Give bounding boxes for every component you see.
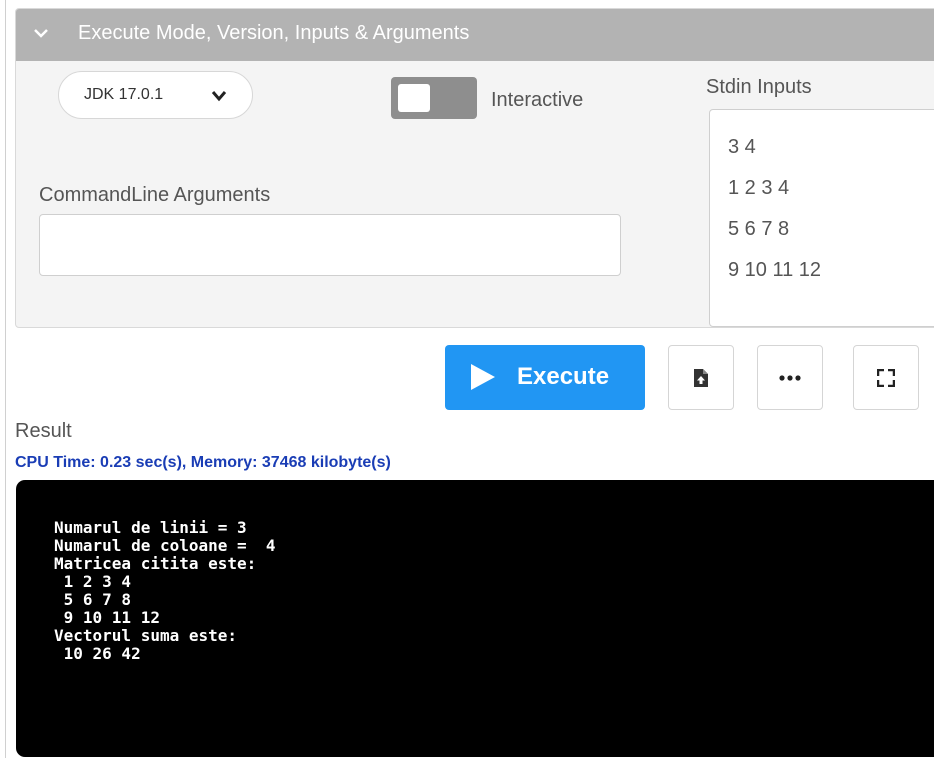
output-line: Matricea citita este:: [54, 554, 257, 573]
output-line: 5 6 7 8: [54, 590, 132, 609]
left-border: [5, 0, 6, 758]
play-icon: [471, 364, 495, 390]
panel-header[interactable]: Execute Mode, Version, Inputs & Argument…: [16, 9, 934, 61]
stdin-line: 5 6 7 8: [728, 218, 790, 240]
output-line: 10 26 42: [54, 644, 141, 663]
fullscreen-icon: [877, 368, 895, 387]
execute-button[interactable]: Execute: [445, 345, 645, 410]
output-line: Numarul de linii = 3: [54, 518, 247, 537]
stdin-line: 3 4: [728, 136, 756, 158]
more-icon: [779, 374, 801, 381]
execute-options-panel: Execute Mode, Version, Inputs & Argument…: [15, 8, 934, 328]
output-line: 9 10 11 12: [54, 608, 160, 627]
interactive-toggle[interactable]: [391, 77, 477, 119]
interactive-label: Interactive: [491, 89, 584, 111]
jdk-version-value: JDK 17.0.1: [84, 86, 164, 103]
output-terminal: Numarul de linii = 3 Numarul de coloane …: [16, 480, 934, 757]
chevron-down-icon: [34, 29, 48, 38]
cmdline-title: CommandLine Arguments: [39, 184, 271, 206]
stdin-line: 1 2 3 4: [728, 177, 790, 199]
upload-file-button[interactable]: [668, 345, 734, 410]
fullscreen-button[interactable]: [853, 345, 919, 410]
output-line: 1 2 3 4: [54, 572, 132, 591]
chevron-down-icon: [211, 91, 227, 102]
result-label: Result: [15, 420, 72, 442]
toggle-knob: [398, 84, 430, 112]
cmdline-args-input[interactable]: [39, 214, 621, 276]
cpu-memory-stats: CPU Time: 0.23 sec(s), Memory: 37468 kil…: [15, 454, 391, 471]
output-line: Numarul de coloane = 4: [54, 536, 276, 555]
stdin-line: 9 10 11 12: [728, 259, 822, 281]
jdk-version-select[interactable]: JDK 17.0.1: [58, 71, 253, 119]
file-upload-icon: [694, 368, 708, 387]
more-options-button[interactable]: [757, 345, 823, 410]
output-line: Vectorul suma este:: [54, 626, 238, 645]
panel-title: Execute Mode, Version, Inputs & Argument…: [78, 22, 470, 44]
stdin-title: Stdin Inputs: [706, 76, 812, 98]
execute-label: Execute: [517, 363, 610, 390]
stdin-input[interactable]: 3 4 1 2 3 4 5 6 7 8 9 10 11 12: [709, 109, 934, 327]
